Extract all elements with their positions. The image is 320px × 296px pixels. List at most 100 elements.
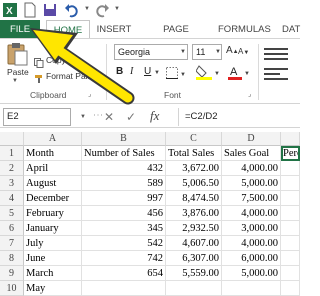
grow-font-button[interactable]: A▲ bbox=[226, 45, 239, 56]
row-header[interactable]: 2 bbox=[0, 161, 24, 176]
table-cell[interactable] bbox=[82, 281, 166, 296]
table-cell[interactable] bbox=[222, 281, 281, 296]
top-align-icon[interactable] bbox=[264, 48, 288, 60]
font-color-icon[interactable]: A ▼ bbox=[228, 64, 252, 85]
table-cell[interactable] bbox=[281, 161, 300, 176]
header-cell[interactable]: Total Sales bbox=[166, 146, 222, 161]
table-cell[interactable]: December bbox=[24, 191, 82, 206]
table-cell[interactable]: 5,000.00 bbox=[222, 176, 281, 191]
enter-entry-icon[interactable]: ✓ bbox=[126, 110, 136, 124]
borders-icon[interactable]: ▼ bbox=[166, 66, 188, 84]
table-cell[interactable]: 742 bbox=[82, 251, 166, 266]
table-cell[interactable]: 6,307.00 bbox=[166, 251, 222, 266]
table-cell[interactable]: July bbox=[24, 236, 82, 251]
save-icon[interactable] bbox=[42, 2, 58, 18]
active-cell-selection[interactable] bbox=[281, 146, 300, 161]
table-cell[interactable]: 432 bbox=[82, 161, 166, 176]
table-cell[interactable] bbox=[281, 176, 300, 191]
row-header[interactable]: 9 bbox=[0, 266, 24, 281]
header-cell[interactable]: Number of Sales bbox=[82, 146, 166, 161]
table-cell[interactable]: 654 bbox=[82, 266, 166, 281]
header-cell[interactable]: Sales Goal bbox=[222, 146, 281, 161]
align-left-icon[interactable] bbox=[264, 68, 288, 80]
bold-button[interactable]: B bbox=[116, 66, 123, 77]
table-cell[interactable]: 6,000.00 bbox=[222, 251, 281, 266]
column-header-b[interactable]: B bbox=[82, 132, 166, 146]
formula-input[interactable]: =C2/D2 bbox=[178, 108, 300, 126]
table-cell[interactable]: 3,876.00 bbox=[166, 206, 222, 221]
table-cell[interactable]: 4,607.00 bbox=[166, 236, 222, 251]
table-cell[interactable]: 997 bbox=[82, 191, 166, 206]
table-cell[interactable]: 5,000.00 bbox=[222, 266, 281, 281]
column-header-c[interactable]: C bbox=[166, 132, 222, 146]
paste-button[interactable]: Paste bbox=[7, 67, 29, 77]
table-cell[interactable]: March bbox=[24, 266, 82, 281]
table-cell[interactable] bbox=[281, 251, 300, 266]
font-name-select[interactable]: Georgia bbox=[114, 44, 188, 60]
new-document-icon[interactable] bbox=[22, 2, 38, 18]
redo-icon[interactable] bbox=[94, 2, 110, 18]
row-header[interactable]: 5 bbox=[0, 206, 24, 221]
paste-icon[interactable] bbox=[6, 42, 28, 66]
row-header[interactable]: 7 bbox=[0, 236, 24, 251]
row-header[interactable]: 1 bbox=[0, 146, 24, 161]
table-cell[interactable]: February bbox=[24, 206, 82, 221]
table-cell[interactable]: June bbox=[24, 251, 82, 266]
row-header[interactable]: 4 bbox=[0, 191, 24, 206]
table-cell[interactable]: 4,000.00 bbox=[222, 161, 281, 176]
insert-function-button[interactable]: fx bbox=[150, 108, 159, 124]
table-cell[interactable]: 8,474.50 bbox=[166, 191, 222, 206]
table-cell[interactable] bbox=[281, 221, 300, 236]
tab-home[interactable]: HOME bbox=[46, 20, 90, 39]
font-name-dropdown-icon[interactable]: ▼ bbox=[180, 49, 186, 55]
tab-file[interactable]: FILE bbox=[0, 20, 40, 39]
table-cell[interactable] bbox=[166, 281, 222, 296]
cancel-entry-icon[interactable]: ✕ bbox=[104, 110, 114, 124]
tab-page-layout[interactable]: PAGE LAYOUT bbox=[144, 20, 208, 54]
table-cell[interactable] bbox=[281, 281, 300, 296]
table-cell[interactable]: 5,006.50 bbox=[166, 176, 222, 191]
table-cell[interactable] bbox=[281, 191, 300, 206]
name-box-dropdown-icon[interactable]: ▼ bbox=[80, 114, 86, 120]
table-cell[interactable]: 3,672.00 bbox=[166, 161, 222, 176]
table-cell[interactable]: January bbox=[24, 221, 82, 236]
table-cell[interactable]: 4,000.00 bbox=[222, 236, 281, 251]
font-dialog-launcher-icon[interactable]: ⌟ bbox=[248, 90, 251, 98]
row-header[interactable]: 3 bbox=[0, 176, 24, 191]
format-painter-button[interactable]: Format Paint bbox=[46, 71, 95, 81]
paste-dropdown-icon[interactable]: ▼ bbox=[12, 78, 18, 84]
table-cell[interactable]: 4,000.00 bbox=[222, 206, 281, 221]
formula-bar-grip-icon[interactable]: ⋮ bbox=[92, 110, 103, 117]
table-cell[interactable] bbox=[281, 206, 300, 221]
format-painter-icon[interactable] bbox=[34, 71, 44, 89]
row-header[interactable]: 10 bbox=[0, 281, 24, 296]
table-cell[interactable]: August bbox=[24, 176, 82, 191]
table-cell[interactable]: 456 bbox=[82, 206, 166, 221]
underline-dropdown-icon[interactable]: ▼ bbox=[154, 70, 160, 76]
table-cell[interactable]: May bbox=[24, 281, 82, 296]
table-cell[interactable]: 5,559.00 bbox=[166, 266, 222, 281]
table-cell[interactable]: 3,000.00 bbox=[222, 221, 281, 236]
underline-button[interactable]: U bbox=[144, 66, 151, 77]
column-header-d[interactable]: D bbox=[222, 132, 281, 146]
header-cell[interactable]: Month bbox=[24, 146, 82, 161]
tab-data[interactable]: DAT bbox=[282, 20, 312, 39]
clipboard-dialog-launcher-icon[interactable]: ⌟ bbox=[88, 90, 91, 98]
table-cell[interactable]: 2,932.50 bbox=[166, 221, 222, 236]
name-box[interactable]: E2 bbox=[3, 108, 71, 126]
table-cell[interactable]: 345 bbox=[82, 221, 166, 236]
row-header[interactable]: 6 bbox=[0, 221, 24, 236]
fill-color-icon[interactable]: ▼ bbox=[195, 64, 222, 85]
table-cell[interactable]: 7,500.00 bbox=[222, 191, 281, 206]
table-cell[interactable] bbox=[281, 236, 300, 251]
undo-icon[interactable] bbox=[64, 2, 80, 18]
font-size-dropdown-icon[interactable]: ▼ bbox=[215, 49, 221, 55]
table-cell[interactable]: 589 bbox=[82, 176, 166, 191]
tab-formulas[interactable]: FORMULAS bbox=[218, 20, 271, 39]
copy-button[interactable]: Copy bbox=[46, 55, 66, 65]
column-header-a[interactable]: A bbox=[24, 132, 82, 146]
select-all-button[interactable] bbox=[0, 132, 24, 146]
table-cell[interactable]: April bbox=[24, 161, 82, 176]
table-cell[interactable] bbox=[281, 266, 300, 281]
shrink-font-button[interactable]: A▼ bbox=[238, 47, 249, 56]
